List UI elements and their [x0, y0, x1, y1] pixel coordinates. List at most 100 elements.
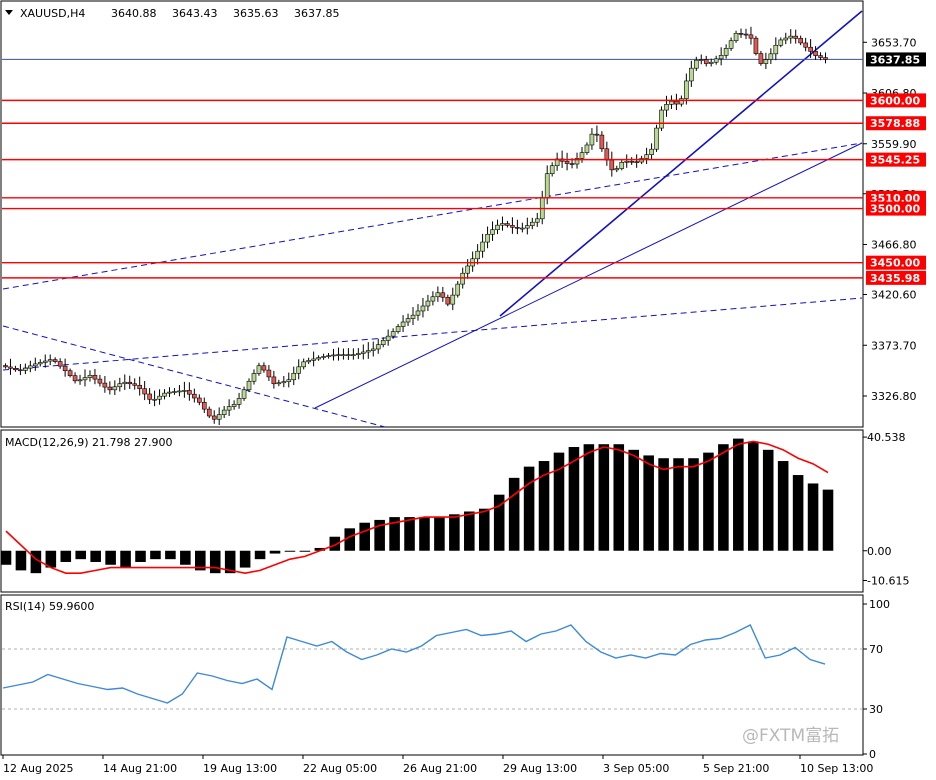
macd-bar [613, 444, 625, 551]
price-panel[interactable] [0, 0, 864, 428]
macd-bar [15, 550, 27, 571]
candle-body [420, 305, 426, 312]
macd-y-tick-label: 40.538 [867, 431, 906, 444]
macd-bar [658, 458, 669, 551]
candle-body [564, 160, 570, 164]
candle-body [723, 48, 729, 56]
candle-body [614, 168, 620, 171]
macd-bar [807, 483, 819, 551]
candle-body [490, 229, 495, 235]
candle-body [733, 33, 739, 42]
candle-body [276, 382, 282, 385]
candle-body [211, 415, 217, 420]
level-tag: 3545.25 [866, 152, 926, 167]
price-y-tick-label: 3373.70 [871, 339, 917, 352]
x-tick-label: 5 Sep 21:00 [703, 762, 769, 775]
macd-bar [792, 475, 804, 551]
candle-body [197, 397, 202, 403]
candle-body [679, 98, 684, 105]
macd-bar [449, 514, 460, 551]
x-tick-label: 10 Sep 13:00 [800, 762, 873, 775]
candle-body [351, 354, 356, 356]
candle-body [321, 356, 326, 358]
level-tag: 3600.00 [866, 93, 926, 108]
macd-bar [718, 444, 729, 551]
candle-body [728, 40, 734, 49]
candle-body [480, 241, 485, 252]
macd-bar [269, 550, 281, 554]
candle-body [23, 367, 28, 371]
macd-bar [434, 517, 445, 551]
candle-body [201, 401, 207, 410]
macd-bar [239, 550, 251, 568]
current-price-tag: 3637.85 [866, 52, 926, 67]
candle-body [813, 51, 818, 56]
macd-bar [643, 455, 654, 551]
macd-bar [583, 444, 595, 551]
candle-body [430, 296, 436, 302]
candle-body [693, 59, 699, 69]
macd-bar [523, 466, 535, 551]
candle-body [256, 365, 262, 374]
trading-chart[interactable]: 3653.703606.803559.903513.703466.803420.… [0, 0, 936, 780]
candle-body [281, 381, 287, 384]
candle-body [743, 33, 749, 36]
candle-body [604, 148, 610, 161]
candle-body [589, 133, 595, 146]
candle-body [3, 365, 8, 368]
candle-body [182, 390, 187, 392]
candle-body [515, 227, 520, 229]
level-tag-label: 3600.00 [870, 94, 920, 107]
level-tag-label: 3545.25 [870, 154, 920, 167]
candle-body [261, 365, 267, 371]
level-tag-label: 3500.00 [870, 203, 920, 216]
candle-body [72, 375, 78, 382]
candle-body [400, 321, 406, 327]
candle-body [455, 283, 461, 296]
rsi-panel[interactable] [0, 594, 864, 756]
candle-body [47, 359, 53, 362]
candle-body [659, 109, 664, 129]
candle-body [748, 34, 754, 39]
macd-bar [180, 550, 191, 565]
candle-body [609, 159, 615, 171]
macd-bar [359, 522, 370, 551]
level-tag: 3500.00 [866, 201, 926, 216]
candle-body [674, 100, 679, 105]
candle-body [415, 310, 421, 316]
candle-body [689, 67, 694, 82]
candle-body [52, 359, 58, 362]
candle-body [206, 408, 212, 417]
candle-body [117, 383, 123, 388]
candle-body [226, 406, 232, 411]
candle-body [684, 80, 689, 99]
candle-body [664, 104, 669, 111]
candle-body [346, 354, 351, 356]
candle-body [758, 53, 764, 64]
candle-body [97, 378, 103, 384]
rsi-y-tick-label: 0 [869, 748, 876, 761]
candle-body [510, 225, 515, 228]
candle-body [435, 292, 441, 298]
candle-body [768, 53, 774, 60]
candle-body [8, 366, 13, 369]
candle-body [62, 365, 68, 372]
macd-bar [703, 452, 714, 551]
candle-body [405, 318, 411, 323]
candle-body [221, 409, 227, 415]
candle-body [698, 59, 704, 61]
macd-bar [284, 550, 296, 552]
candle-body [713, 58, 719, 63]
candle-body [13, 368, 18, 371]
macd-bar [688, 458, 699, 551]
macd-bar [478, 508, 490, 551]
candle-body [331, 354, 336, 357]
candle-body [231, 404, 237, 407]
candle-body [341, 354, 346, 356]
candle-body [167, 391, 172, 394]
candle-body [157, 395, 162, 400]
candle-body [246, 380, 252, 391]
current-price-tag-label: 3637.85 [870, 53, 920, 66]
candle-body [142, 388, 147, 395]
candle-body [410, 314, 416, 319]
